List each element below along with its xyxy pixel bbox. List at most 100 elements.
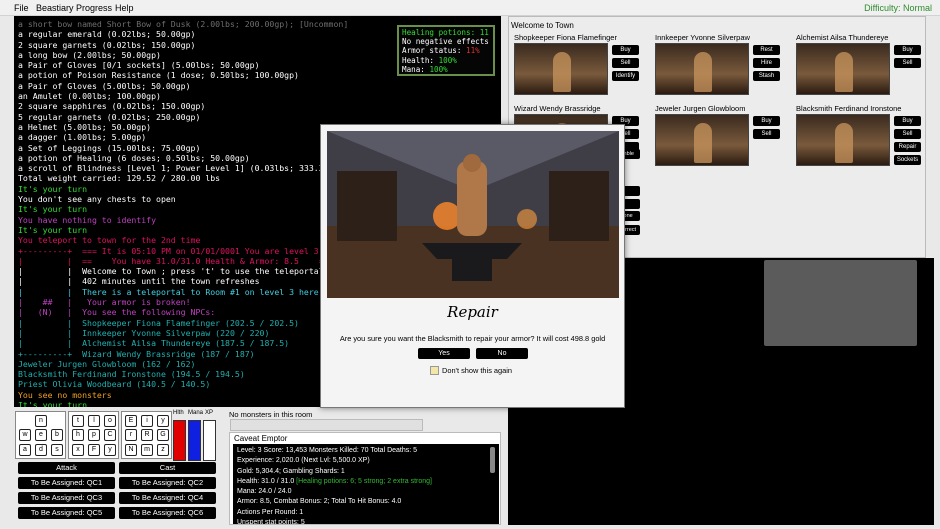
health-bar-label: Hlth [173, 410, 184, 416]
key-f[interactable]: F [88, 444, 100, 456]
menu-progress[interactable]: Progress [76, 3, 112, 13]
npc-rest-button[interactable]: Rest [753, 45, 780, 55]
log-line: an Amulet (0.00lbs; 100.00gp) [18, 91, 161, 102]
key-y[interactable]: y [104, 444, 116, 456]
npc-buy-button[interactable]: Buy [612, 45, 639, 55]
status-line: No negative effects [402, 37, 489, 47]
npc-sell-button[interactable]: Sell [894, 129, 921, 139]
npc-buy-button[interactable]: Buy [894, 45, 921, 55]
character-stat-line: Gold: 5,304.4; Gambling Shards: 1 [237, 467, 345, 475]
key-p[interactable]: p [88, 429, 100, 441]
character-stats[interactable]: Level: 3 Score: 13,453 Monsters Killed: … [233, 444, 499, 524]
quickcast-1[interactable]: To Be Assigned: QC1 [18, 477, 115, 489]
key-o[interactable]: o [104, 415, 116, 427]
log-line: 2 square sapphires (0.02lbs; 150.00gp) [18, 101, 206, 112]
repair-dialog: Repair Are you sure you want the Blacksm… [320, 124, 625, 408]
key-z[interactable]: z [157, 444, 169, 456]
key-h[interactable]: h [72, 429, 84, 441]
key-l[interactable]: l [88, 415, 100, 427]
key-d[interactable]: d [35, 444, 47, 456]
key-r2[interactable]: R [141, 429, 153, 441]
character-stat-line: Unspent stat points: 5 [237, 519, 305, 524]
key-g[interactable]: G [157, 429, 169, 441]
blacksmith-image [327, 131, 619, 298]
key-c[interactable]: C [104, 429, 116, 441]
key-m[interactable]: m [141, 444, 153, 456]
character-stat-line: Armor: 8.5, Combat Bonus: 2; Total To Hi… [237, 498, 402, 506]
dont-show-label: Don't show this again [442, 366, 513, 375]
difficulty-label: Difficulty: Normal [864, 3, 932, 13]
npc-name: Wizard Wendy Brassridge [514, 104, 601, 113]
quickcast-4[interactable]: To Be Assigned: QC4 [119, 492, 216, 504]
dialog-message: Are you sure you want the Blacksmith to … [339, 334, 606, 343]
key-e2[interactable]: E [125, 415, 137, 427]
dont-show-checkbox[interactable] [430, 366, 439, 375]
quickcast-5[interactable]: To Be Assigned: QC5 [18, 507, 115, 519]
menu-file[interactable]: File [14, 3, 29, 13]
movement-keypad: n w e b a d s [15, 411, 66, 459]
yes-button[interactable]: Yes [418, 348, 470, 359]
key-s[interactable]: s [51, 444, 63, 456]
dialog-title: Repair [447, 303, 498, 321]
log-line: 5 regular garnets (0.02lbs; 250.00gp) [18, 111, 201, 122]
npc-portrait [796, 114, 890, 166]
npc-name: Alchemist Ailsa Thundereye [796, 33, 889, 42]
key-y2[interactable]: y [157, 415, 169, 427]
key-e[interactable]: e [35, 429, 47, 441]
quickcast-6[interactable]: To Be Assigned: QC6 [119, 507, 216, 519]
key-w[interactable]: w [19, 429, 31, 441]
status-line: Mana: 100% [402, 64, 448, 74]
npc-name: Blacksmith Ferdinand Ironstone [796, 104, 902, 113]
key-a[interactable]: a [19, 444, 31, 456]
quickcast-3[interactable]: To Be Assigned: QC3 [18, 492, 115, 504]
action-keypad: t l o h p C x F y [68, 411, 119, 459]
menu-help[interactable]: Help [115, 3, 134, 13]
town-title: Welcome to Town [511, 21, 574, 30]
npc-card: Alchemist Ailsa Thundereye Buy Sell [796, 33, 924, 97]
npc-card: Innkeeper Yvonne Silverpaw Rest Hire Stash [655, 33, 783, 97]
quickcast-2[interactable]: To Be Assigned: QC2 [119, 477, 216, 489]
status-overlay: Healing potions: 11 No negative effects Ar… [397, 25, 495, 76]
status-line: Health: 100% [402, 55, 457, 65]
npc-buy-button[interactable]: Buy [753, 116, 780, 126]
attack-button[interactable]: Attack [18, 462, 115, 474]
npc-hire-button[interactable]: Hire [753, 58, 780, 68]
menu-bar: File Beastiary Progress Help Difficulty:… [0, 0, 940, 16]
status-line: Armor status: 11% [402, 46, 480, 56]
xp-bar-label: XP [205, 410, 214, 416]
cast-button[interactable]: Cast [119, 462, 216, 474]
key-n[interactable]: n [35, 415, 47, 427]
npc-card: Jeweler Jurgen Glowbloom Buy Sell [655, 104, 783, 168]
character-scrollbar[interactable] [490, 447, 495, 473]
npc-sell-button[interactable]: Sell [894, 58, 921, 68]
npc-sockets-button[interactable]: Sockets [894, 155, 921, 165]
mana-bar [188, 420, 201, 461]
character-panel: Caveat Emptor Level: 3 Score: 13,453 Mon… [229, 432, 501, 525]
character-stat-line: Level: 3 Score: 13,453 Monsters Killed: … [237, 447, 418, 454]
key-r[interactable]: r [125, 429, 137, 441]
key-b[interactable]: b [51, 429, 63, 441]
npc-sell-button[interactable]: Sell [612, 58, 639, 68]
npc-repair-button[interactable]: Repair [894, 142, 921, 152]
npc-stash-button[interactable]: Stash [753, 71, 780, 81]
health-bar [173, 420, 186, 461]
npc-buy-button[interactable]: Buy [894, 116, 921, 126]
npc-card: Shopkeeper Fiona Flamefinger Buy Sell Ident… [514, 33, 642, 97]
menu-beastiary[interactable]: Beastiary [36, 3, 74, 13]
monster-select[interactable] [230, 419, 423, 431]
key-x[interactable]: x [72, 444, 84, 456]
npc-name: Jeweler Jurgen Glowbloom [655, 104, 746, 113]
npc-portrait [514, 43, 608, 95]
key-n2[interactable]: N [125, 444, 137, 456]
character-stat-line: Actions Per Round: 1 [237, 508, 304, 516]
mana-bar-label: Mana [188, 410, 204, 416]
character-stat-line: Health: 31.0 / 31.0 [Healing potions: 6;… [237, 477, 432, 485]
character-stat-line: Mana: 24.0 / 24.0 [237, 488, 292, 496]
key-i[interactable]: i [141, 415, 153, 427]
item-keypad: E i y r R G N m z [121, 411, 172, 459]
no-button[interactable]: No [476, 348, 528, 359]
npc-sell-button[interactable]: Sell [753, 129, 780, 139]
npc-name: Innkeeper Yvonne Silverpaw [655, 33, 750, 42]
key-t[interactable]: t [72, 415, 84, 427]
npc-identify-button[interactable]: Identify [612, 71, 639, 81]
